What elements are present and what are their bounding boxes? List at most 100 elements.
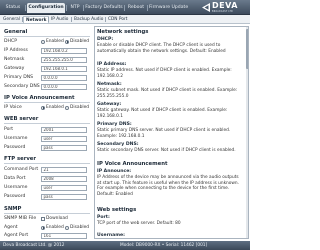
help-primary-dns-title: Primary DNS: <box>97 122 132 127</box>
web-password-input[interactable]: pass <box>41 144 87 151</box>
ftp-command-port-input[interactable]: 21 <box>41 166 87 173</box>
help-primary-dns-text: Static primary DNS server. Not used if D… <box>97 128 231 139</box>
snmp-agent-enabled-label: Enabled <box>46 225 64 230</box>
tab-firmware-update[interactable]: Firmware Update <box>149 3 188 13</box>
help-secondary-dns-text: Static secondary DNS server. Not used if… <box>97 148 236 153</box>
footer-copyright: Deva Broadcast Ltd. @ 2012 <box>3 242 65 248</box>
help-scrollbar[interactable] <box>246 27 248 238</box>
dhcp-disabled-label: Disabled <box>70 39 90 44</box>
help-ip-address-title: IP Address: <box>97 62 127 67</box>
netmask-input[interactable]: 255.255.255.0 <box>41 56 87 63</box>
help-port-title: Port: <box>97 215 110 220</box>
help-port-text: TCP port of the web server. Default: 80 <box>97 221 181 226</box>
dhcp-enabled-radio[interactable] <box>41 39 45 44</box>
ftp-password-input[interactable]: pass <box>41 193 87 200</box>
tab-divider <box>25 5 26 11</box>
web-username-input[interactable]: user <box>41 135 87 142</box>
help-scrollbar-thumb[interactable] <box>246 29 248 69</box>
section-title-web-server: WEB server <box>4 116 39 122</box>
tab-divider <box>147 5 148 11</box>
help-username-title: Username: <box>97 233 125 238</box>
web-port-label: Port <box>4 127 14 132</box>
footer-device-info: Model: DB9000-RX • Serial: 11462 [001] <box>120 242 208 248</box>
subtab-cdn-port[interactable]: CDN Port <box>106 16 129 23</box>
ftp-data-port-label: Data Port <box>4 176 26 181</box>
tab-factory-defaults[interactable]: Factory Defaults <box>85 3 123 13</box>
section-divider <box>4 36 90 37</box>
snmp-mib-download-label: Download <box>46 216 68 221</box>
deva-logo: DEVA BROADCAST LTD <box>199 1 248 14</box>
ip-voice-disabled-label: Disabled <box>70 105 90 110</box>
ip-voice-enabled-label: Enabled <box>46 105 64 110</box>
brand-tagline: BROADCAST LTD <box>212 9 233 13</box>
snmp-agent-port-label: Agent Port <box>4 233 29 238</box>
help-title-web-settings: Web settings <box>97 207 137 213</box>
section-title-ip-voice: IP Voice Announcement <box>4 95 75 101</box>
snmp-agent-port-input[interactable]: 161 <box>41 232 87 239</box>
help-netmask-text: Static subnet mask. Not used if DHCP cli… <box>97 88 238 99</box>
snmp-agent-disabled-label: Disabled <box>70 225 90 230</box>
logo-mark-icon <box>202 3 210 12</box>
web-password-label: Password <box>4 145 26 150</box>
tab-divider <box>83 5 84 11</box>
help-panel: Network settings DHCP: Enable or disable… <box>94 26 249 239</box>
dhcp-disabled-radio[interactable] <box>65 39 69 44</box>
section-title-general: General <box>4 29 28 35</box>
ftp-username-label: Username <box>4 185 28 190</box>
subtab-ip-audio[interactable]: IP Audio <box>49 16 70 23</box>
tab-reboot[interactable]: Reboot <box>126 3 146 13</box>
tab-status[interactable]: Status <box>2 3 24 13</box>
help-ip-announce-title: IP Announce: <box>97 169 132 174</box>
section-divider <box>4 123 90 124</box>
snmp-mib-file-label: SNMP MIB File <box>4 216 37 221</box>
help-dhcp-text: Enable or disable DHCP client. The DHCP … <box>97 43 226 54</box>
snmp-agent-enabled-radio[interactable] <box>41 225 45 230</box>
ip-address-input[interactable]: 192.168.0.2 <box>41 47 87 54</box>
top-navigation-bar: Status Configuration NTP Factory Default… <box>0 0 250 15</box>
help-gateway-title: Gateway: <box>97 102 122 107</box>
primary-dns-label: Primary DNS <box>4 75 34 80</box>
sub-navigation-bar: General Network IP Audio Backup Audio CD… <box>0 15 250 24</box>
web-port-input[interactable]: 2001 <box>41 126 87 133</box>
ip-voice-label: IP Voice <box>4 105 22 110</box>
subtab-general[interactable]: General <box>1 16 22 23</box>
gateway-input[interactable]: 192.168.0.1 <box>41 65 87 72</box>
help-gateway-text: Static gateway. Not used if DHCP client … <box>97 108 228 119</box>
snmp-mib-download-checkbox[interactable] <box>41 216 45 221</box>
ip-voice-enabled-radio[interactable] <box>41 105 45 110</box>
settings-form: General DHCP Enabled Disabled IP Address… <box>4 28 90 239</box>
tab-divider <box>124 5 125 11</box>
tab-ntp[interactable]: NTP <box>68 3 82 13</box>
tab-configuration[interactable]: Configuration <box>27 3 65 13</box>
subtab-backup-audio[interactable]: Backup Audio <box>72 16 105 23</box>
snmp-agent-disabled-radio[interactable] <box>65 225 69 230</box>
dhcp-enabled-label: Enabled <box>46 39 64 44</box>
tab-divider <box>66 5 67 11</box>
ftp-password-label: Password <box>4 194 26 199</box>
help-title-ip-voice: IP Voice Announcement <box>97 161 168 167</box>
help-title-network-settings: Network settings <box>97 29 149 35</box>
dhcp-label: DHCP <box>4 39 17 44</box>
snmp-agent-label: Agent <box>4 225 18 230</box>
primary-dns-input[interactable]: 0.0.0.0 <box>41 74 87 81</box>
help-ip-address-text: Static IP address. Not used if DHCP clie… <box>97 68 232 79</box>
subtab-network[interactable]: Network <box>23 16 50 23</box>
footer-bar: Deva Broadcast Ltd. @ 2012 Model: DB9000… <box>0 241 250 250</box>
help-secondary-dns-title: Secondary DNS: <box>97 142 139 147</box>
ftp-command-port-label: Command Port <box>4 167 39 172</box>
web-username-label: Username <box>4 136 28 141</box>
section-divider <box>4 163 90 164</box>
ip-address-label: IP Address <box>4 48 28 53</box>
help-dhcp-title: DHCP: <box>97 37 114 42</box>
netmask-label: Netmask <box>4 57 25 62</box>
secondary-dns-label: Secondary DNS <box>4 84 40 89</box>
section-divider <box>4 102 90 103</box>
section-divider <box>4 213 90 214</box>
ftp-username-input[interactable]: user <box>41 184 87 191</box>
ftp-data-port-input[interactable]: 2008 <box>41 175 87 182</box>
section-title-ftp-server: FTP server <box>4 156 36 162</box>
ip-voice-disabled-radio[interactable] <box>65 105 69 110</box>
section-title-snmp: SNMP <box>4 206 22 212</box>
help-ip-announce-text: IP Address of the device may be announce… <box>97 175 240 197</box>
secondary-dns-input[interactable]: 0.0.0.0 <box>41 83 87 90</box>
